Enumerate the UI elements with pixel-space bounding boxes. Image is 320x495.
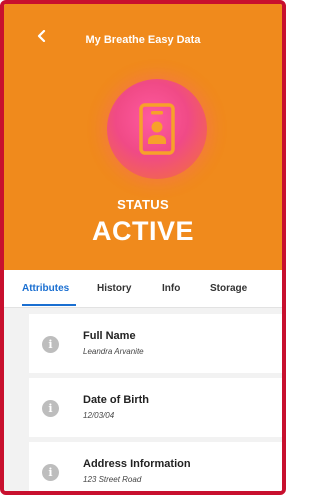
field-value: 12/03/04 <box>83 411 115 420</box>
info-icon: i <box>42 336 59 353</box>
field-label: Date of Birth <box>83 394 149 406</box>
tab-history[interactable]: History <box>97 283 131 294</box>
status-badge-circle <box>107 79 207 179</box>
status-label: STATUS <box>117 197 169 212</box>
list-item-address-information[interactable]: i Address Information 123 Street Road <box>29 442 282 491</box>
tab-bar: Attributes History Info Storage <box>4 270 282 308</box>
status-value: ACTIVE <box>91 216 194 246</box>
app-title: My Breathe Easy Data <box>85 34 201 46</box>
field-value: Leandra Arvanite <box>83 347 144 356</box>
tab-storage[interactable]: Storage <box>210 283 247 294</box>
status-header: My Breathe Easy Data STATUS ACTIVE <box>4 4 282 270</box>
field-value: 123 Street Road <box>83 475 142 484</box>
field-label: Address Information <box>83 458 191 470</box>
attributes-list: i Full Name Leandra Arvanite i Date of B… <box>4 308 282 491</box>
list-item-date-of-birth[interactable]: i Date of Birth 12/03/04 <box>29 378 282 437</box>
field-label: Full Name <box>83 330 136 342</box>
tab-attributes[interactable]: Attributes <box>22 283 69 294</box>
app-frame: My Breathe Easy Data STATUS ACTIVE Attri… <box>0 0 286 495</box>
tab-info[interactable]: Info <box>162 283 180 294</box>
id-badge-icon <box>139 103 175 155</box>
active-tab-indicator <box>22 304 76 306</box>
info-icon: i <box>42 464 59 481</box>
info-icon: i <box>42 400 59 417</box>
list-item-full-name[interactable]: i Full Name Leandra Arvanite <box>29 314 282 373</box>
